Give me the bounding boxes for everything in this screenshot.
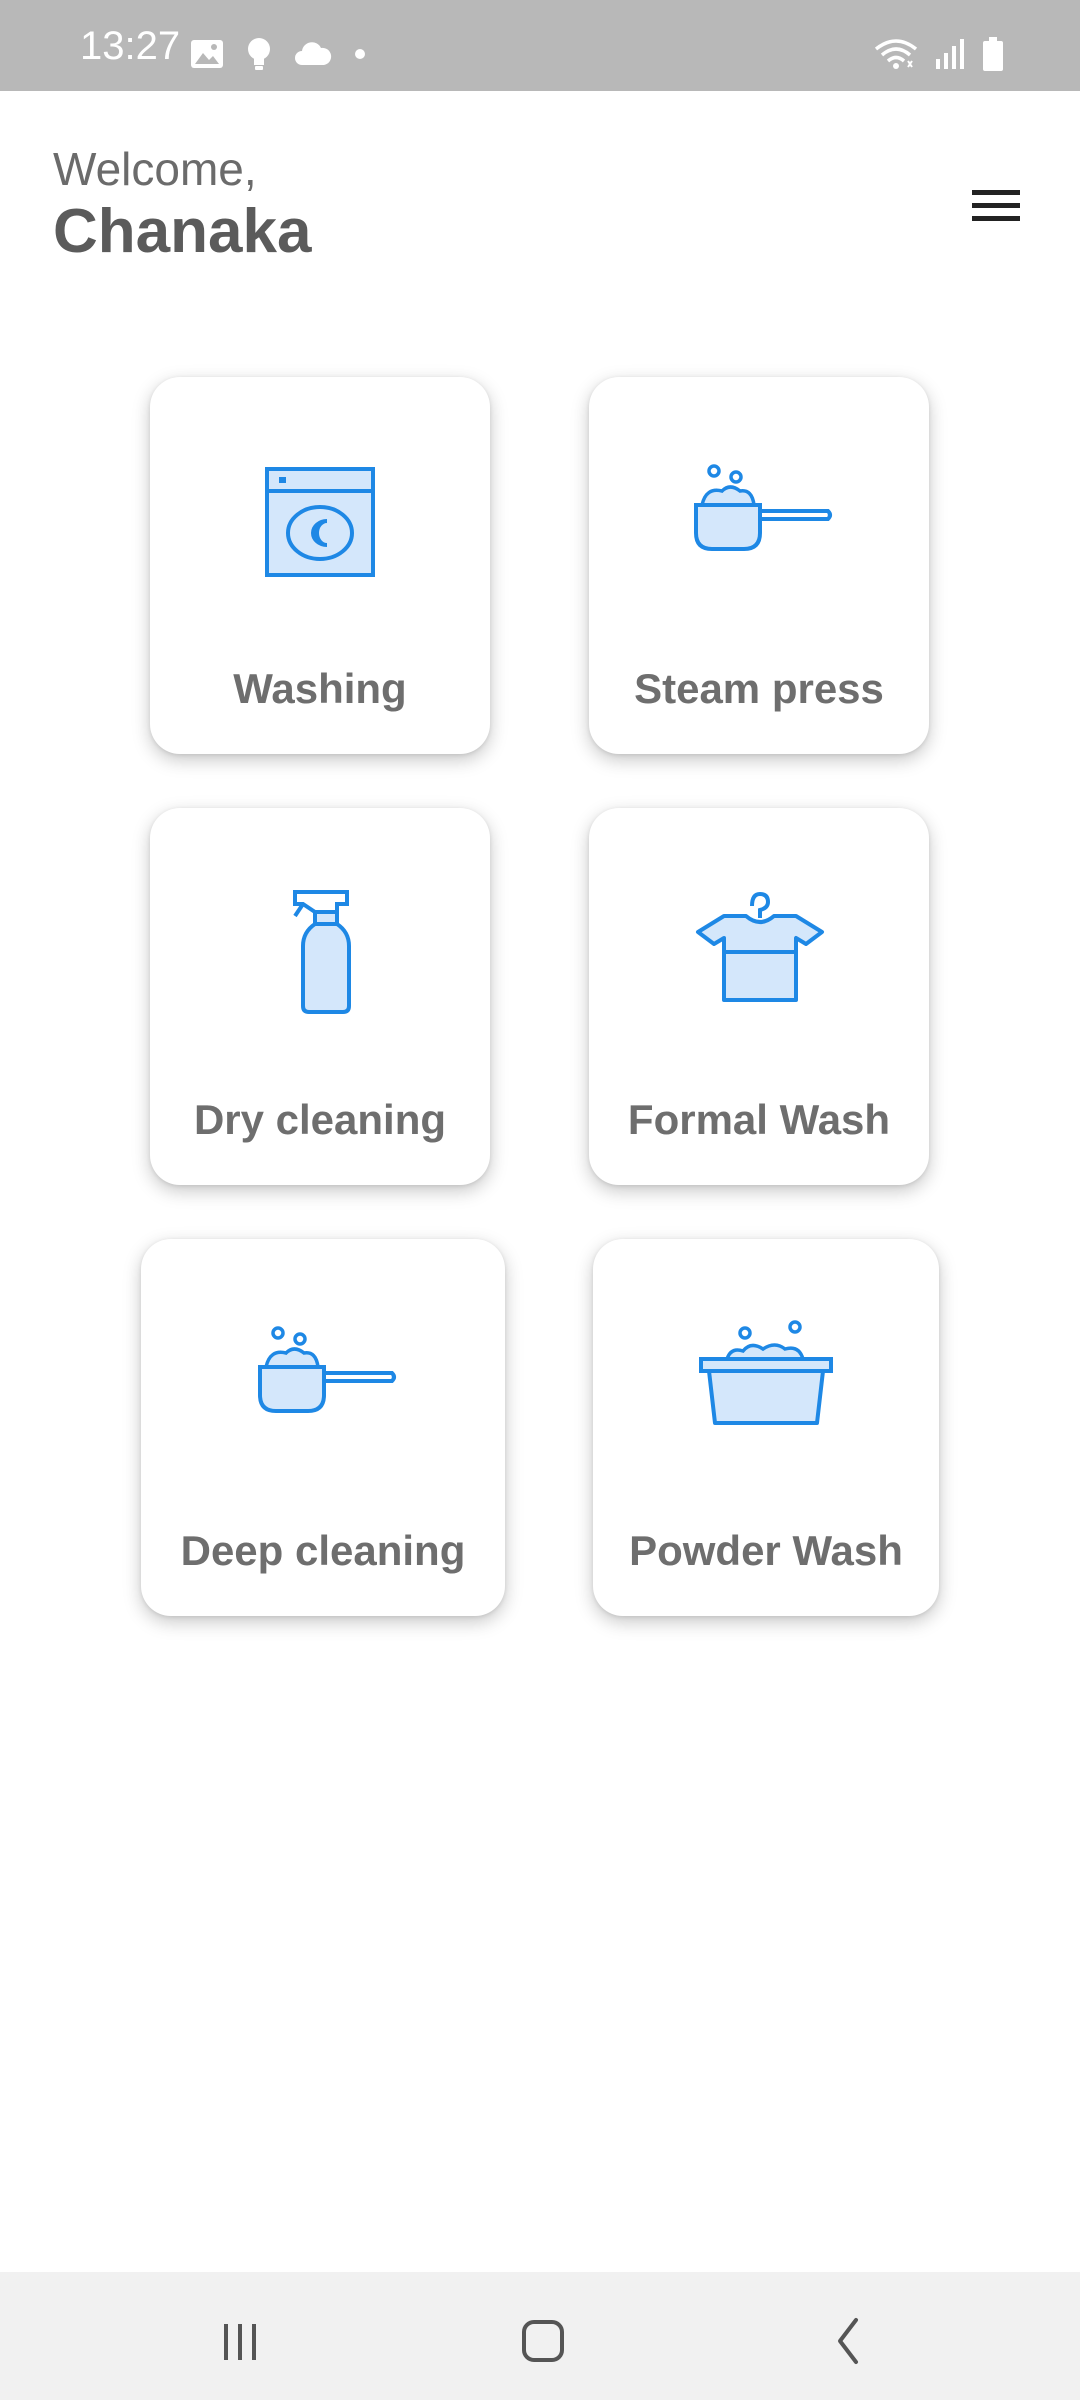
- service-label: Powder Wash: [629, 1527, 903, 1574]
- service-label: Deep cleaning: [180, 1527, 466, 1574]
- spray-bottle-icon: [293, 890, 351, 1014]
- service-card-washing[interactable]: Washing: [150, 377, 490, 754]
- hamburger-menu-icon: [972, 190, 1020, 221]
- status-notification-icons: [190, 32, 366, 76]
- user-name: Chanaka: [53, 197, 312, 266]
- home-button[interactable]: [502, 2302, 582, 2370]
- service-label: Washing: [233, 665, 407, 712]
- image-icon: [191, 40, 223, 68]
- service-card-steam-press[interactable]: Steam press: [589, 377, 929, 754]
- washing-machine-icon: [265, 467, 375, 577]
- home-icon: [522, 2320, 564, 2362]
- menu-button[interactable]: [962, 178, 1030, 234]
- bulb-icon: [248, 38, 270, 70]
- service-card-formal-wash[interactable]: Formal Wash: [589, 808, 929, 1185]
- status-time: 13:27: [80, 24, 181, 68]
- service-card-dry-cleaning[interactable]: Dry cleaning: [150, 808, 490, 1185]
- cloud-icon: [295, 42, 332, 65]
- recent-apps-icon: [224, 2324, 256, 2360]
- status-system-icons: [874, 32, 1004, 76]
- shirt-hanger-icon: [696, 891, 824, 1002]
- back-icon: [838, 2318, 858, 2364]
- signal-icon: [936, 39, 964, 69]
- dot-icon: [355, 49, 365, 59]
- wifi-icon: [874, 39, 918, 69]
- service-label: Steam press: [634, 665, 884, 712]
- navigation-bar: [0, 2272, 1080, 2400]
- detergent-scoop-icon: [258, 1326, 396, 1413]
- steam-press-icon: [694, 464, 832, 551]
- back-button[interactable]: [806, 2302, 886, 2370]
- service-label: Formal Wash: [627, 1096, 891, 1143]
- service-card-powder-wash[interactable]: Powder Wash: [593, 1239, 939, 1616]
- recent-apps-button[interactable]: [200, 2302, 280, 2370]
- welcome-greeting: Welcome,: [53, 143, 257, 195]
- service-label: Dry cleaning: [193, 1096, 447, 1143]
- status-bar: 13:27: [0, 0, 1080, 91]
- service-card-deep-cleaning[interactable]: Deep cleaning: [141, 1239, 505, 1616]
- wash-basin-icon: [699, 1320, 833, 1425]
- battery-icon: [983, 37, 1003, 71]
